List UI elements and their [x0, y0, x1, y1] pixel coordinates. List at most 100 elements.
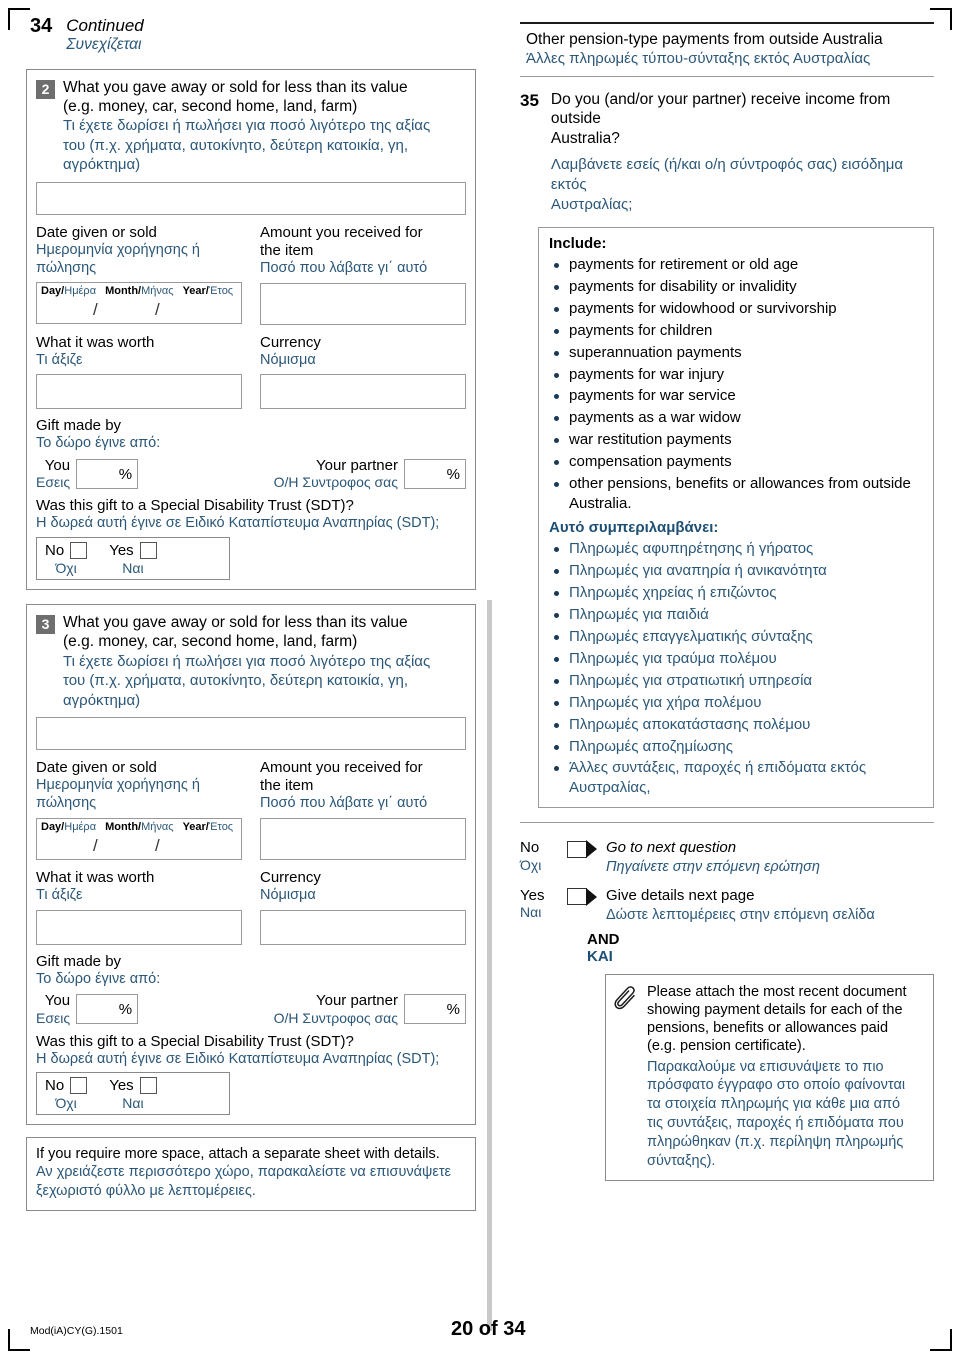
gift-3-you-percent-input[interactable]: % — [76, 993, 139, 1024]
gift-3-title-en-line2: (e.g. money, car, second home, land, far… — [63, 633, 358, 651]
gift-2-you-label-gr: Εσεις — [36, 474, 71, 491]
gift-2-you-percent-input[interactable]: % — [76, 458, 139, 489]
gift-2-sdt-label-en: Was this gift to a Special Disability Tr… — [36, 497, 354, 515]
answer-no-label-en: No — [520, 839, 540, 857]
gift-2-madeby-label-gr: Το δώρο έγινε από: — [36, 435, 161, 452]
gift-2-currency-input[interactable] — [260, 374, 466, 410]
list-item: payments for retirement or old age — [549, 255, 923, 275]
form-page: 34 Continued Συνεχίζεται 2 What you gave… — [0, 0, 960, 1359]
question-35-text-gr-line1: Λαμβάνετε εσείς (ή/και ο/η σύντροφός σας… — [550, 156, 904, 194]
question-35-text-en-line1: Do you (and/or your partner) receive inc… — [550, 90, 891, 128]
gift-block-2: 2 What you gave away or sold for less th… — [26, 68, 476, 590]
gift-3-currency-input[interactable] — [260, 909, 466, 945]
percent-symbol: % — [446, 1000, 460, 1018]
attach-note-gr-line4: τις συντάξεις, παροχές ή επιδόματα που — [647, 1115, 904, 1132]
day-label-gr: Ημέρα — [64, 820, 97, 833]
gift-3-sdt-yes-label-en: Yes — [109, 1077, 134, 1095]
gift-2-amount-label-en-line1: Amount you received for — [260, 223, 423, 241]
question-35: 35 Do you (and/or your partner) receive … — [520, 90, 934, 215]
gift-3-title-gr-line2: του (π.χ. χρήματα, αυτοκίνητο, δεύτερη κ… — [63, 672, 409, 690]
gift-2-currency-group: Currency Νόμισμα — [260, 334, 466, 410]
gift-2-date-input[interactable]: Day/Ημέρα Month/Μήνας Year/Έτος / / — [36, 282, 242, 325]
and-label-gr: ΚΑΙ — [587, 948, 613, 966]
paperclip-icon — [614, 983, 640, 1171]
gift-2-title-gr-line3: αγρόκτημα) — [63, 156, 141, 174]
list-item: Πληρωμές αποζημίωσης — [549, 737, 923, 757]
gift-3-date-input[interactable]: Day/Ημέρα Month/Μήνας Year/Έτος / / — [36, 817, 242, 860]
list-item: Πληρωμές χηρείας ή επιζώντος — [549, 583, 923, 603]
gift-3-sdt-yes-checkbox[interactable] — [139, 1077, 157, 1095]
answer-no-action-en: Go to next question — [606, 839, 737, 857]
answer-no-checkbox-arrow[interactable] — [567, 840, 597, 859]
attach-note-en-line4: (e.g. pension certificate). — [647, 1038, 806, 1055]
gift-2-sdt-no-option[interactable]: No Όχι — [45, 541, 88, 576]
attach-note-gr-line2: πρόσφατο έγγραφο στο οποίο φαίνονται — [647, 1077, 906, 1094]
include-heading-en: Include: — [549, 234, 607, 252]
gift-3-currency-group: Currency Νόμισμα — [260, 869, 466, 945]
list-item: payments as a war widow — [549, 408, 923, 428]
answer-yes-action-gr: Δώστε λεπτομέρειες στην επόμενη σελίδα — [606, 906, 875, 923]
month-label-en: Month/ — [105, 285, 142, 298]
gift-3-sdt-no-checkbox[interactable] — [70, 1077, 88, 1095]
gift-2-amount-input[interactable] — [260, 282, 466, 325]
gift-3-sdt-no-label-en: No — [45, 1077, 65, 1095]
gift-3-sdt-yes-option[interactable]: Yes Ναι — [109, 1077, 157, 1111]
gift-3-amount-input[interactable] — [260, 817, 466, 860]
question-35-number: 35 — [520, 90, 539, 110]
gift-3-number-badge: 3 — [36, 614, 55, 634]
list-item: payments for disability or invalidity — [549, 277, 923, 297]
gift-2-currency-label-en: Currency — [260, 333, 321, 351]
form-code: Mod(iA)CY(G).1501 — [30, 1325, 123, 1337]
list-item: payments for widowhood or survivorship — [549, 299, 923, 319]
gift-2-partner-label-gr: Ο/Η Συντροφος σας — [273, 474, 398, 491]
gift-3-sdt-no-option[interactable]: No Όχι — [45, 1077, 88, 1112]
attach-note-gr-line6: σύνταξης). — [647, 1152, 716, 1169]
gift-2-sdt-yes-checkbox[interactable] — [139, 541, 157, 559]
more-space-note-gr-line2: ξεχωριστό φύλλο με λεπτομέρειες. — [36, 1183, 256, 1200]
gift-2-worth-group: What it was worth Τι άξιζε — [36, 334, 242, 410]
gift-3-description-input[interactable] — [36, 717, 466, 751]
include-heading-gr: Αυτό συμπεριλαμβάνει: — [549, 519, 719, 537]
answer-yes-row[interactable]: Yes Ναι Give details next page Δώστε λεπ… — [520, 887, 934, 924]
gift-2-worth-input[interactable] — [36, 374, 242, 410]
gift-2-date-label-gr-line1: Ημερομηνία χορήγησης ή — [36, 241, 200, 258]
gift-3-sdt-no-label-gr: Όχι — [55, 1095, 77, 1112]
gift-2-sdt-yes-option[interactable]: Yes Ναι — [109, 541, 157, 576]
gift-3-amount-label-gr: Ποσό που λάβατε γι΄ αυτό — [260, 795, 428, 812]
gift-2-partner-percent-input[interactable]: % — [404, 458, 466, 489]
attach-note-en-line1: Please attach the most recent document — [647, 984, 907, 1001]
gift-3-currency-label-gr: Νόμισμα — [260, 886, 316, 903]
list-item: Πληρωμές για χήρα πολέμου — [549, 693, 923, 713]
gift-3-partner-label-en: Your partner — [315, 992, 398, 1010]
gift-3-amount-group: Amount you received for the item Ποσό πο… — [260, 759, 466, 860]
answer-yes-checkbox[interactable] — [567, 888, 587, 906]
page-number: 20 of 34 — [451, 1318, 526, 1340]
and-connector: AND ΚΑΙ — [520, 931, 934, 965]
gift-2-sdt-no-checkbox[interactable] — [70, 541, 88, 559]
answer-no-row[interactable]: No Όχι Go to next question Πηγαίνετε στη… — [520, 839, 934, 876]
gift-2-you-label-en: You — [44, 456, 71, 474]
include-box: Include: payments for retirement or old … — [538, 226, 934, 809]
date-slash-1: / — [93, 300, 98, 320]
gift-3-currency-label-en: Currency — [260, 868, 321, 886]
gift-2-number-badge: 2 — [36, 79, 55, 99]
gift-2-madeby-label-en: Gift made by — [36, 417, 122, 435]
answer-yes-checkbox-arrow[interactable] — [567, 887, 597, 906]
day-label-en: Day/ — [41, 285, 65, 298]
answer-yes-label-en: Yes — [520, 886, 545, 904]
gift-3-title-en-line1: What you gave away or sold for less than… — [63, 613, 408, 631]
answer-no-checkbox[interactable] — [567, 840, 587, 858]
list-item: other pensions, benefits or allowances f… — [549, 474, 923, 514]
gift-2-sdt-no-label-en: No — [45, 541, 65, 559]
list-item: Πληρωμές για τραύμα πολέμου — [549, 649, 923, 669]
percent-symbol: % — [118, 1000, 133, 1018]
gift-3-worth-input[interactable] — [36, 909, 242, 945]
list-item: payments for war injury — [549, 365, 923, 385]
gift-2-you-percent-group: You Εσεις % — [36, 456, 139, 491]
gift-2-description-input[interactable] — [36, 181, 466, 215]
gift-3-title-gr-line3: αγρόκτημα) — [63, 691, 141, 709]
attach-note-gr-line5: πληρώθηκαν (π.χ. περίληψη πληρωμής — [647, 1133, 904, 1150]
date-slash-1: / — [93, 835, 98, 855]
gift-3-amount-label-en-line1: Amount you received for — [260, 759, 423, 777]
gift-3-partner-percent-input[interactable]: % — [404, 993, 466, 1024]
